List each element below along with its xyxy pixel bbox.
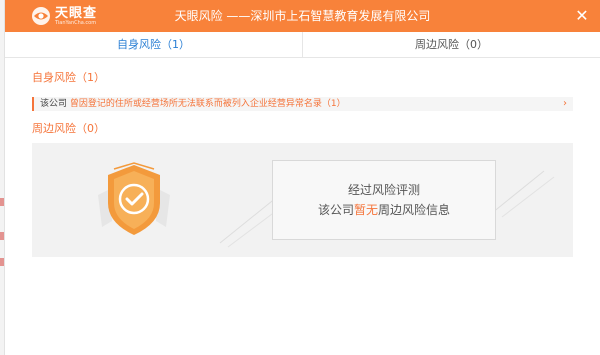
tab-self-risk[interactable]: 自身风险（1） <box>5 32 303 57</box>
logo-name: 天眼查 <box>55 5 98 21</box>
risk-item-prefix: 该公司 <box>40 99 68 109</box>
empty-state-panel: 经过风险评测 该公司暂无周边风险信息 <box>32 143 573 257</box>
logo-subtext: TianYanCha.com <box>55 19 97 26</box>
risk-list-item[interactable]: 该公司 曾因登记的住所或经营场所无法联系而被列入企业经营异常名录（1） › <box>32 97 573 111</box>
risk-tabs: 自身风险（1） 周边风险（0） <box>5 32 600 58</box>
dialog-content: 自身风险（1） 该公司 曾因登记的住所或经营场所无法联系而被列入企业经营异常名录… <box>5 69 600 257</box>
empty-line2-prefix: 该公司 <box>317 203 354 217</box>
tianyancha-logo: 天眼查 TianYanCha.com <box>31 6 97 26</box>
eye-logo-icon <box>32 7 50 25</box>
chevron-right-icon[interactable]: › <box>563 97 567 111</box>
tab-surrounding-risk[interactable]: 周边风险（0） <box>303 32 600 57</box>
self-risk-title: 自身风险（1） <box>32 71 105 84</box>
close-icon[interactable]: ✕ <box>574 8 590 24</box>
empty-line2-suffix: 周边风险信息 <box>378 203 451 217</box>
empty-state-line2: 该公司暂无周边风险信息 <box>273 200 495 220</box>
shield-check-icon <box>98 162 170 235</box>
dialog-header: 天眼风险 ——深圳市上石智慧教育发展有限公司 天眼查 TianYanCha.co… <box>5 0 600 32</box>
empty-state-line1: 经过风险评测 <box>347 183 420 197</box>
empty-line2-highlight: 暂无 <box>353 203 378 217</box>
risk-dialog: 天眼风险 ——深圳市上石智慧教育发展有限公司 天眼查 TianYanCha.co… <box>4 0 600 355</box>
empty-state-message: 经过风险评测 该公司暂无周边风险信息 <box>272 160 496 240</box>
surrounding-risk-title: 周边风险（0） <box>32 122 105 135</box>
risk-item-text: 曾因登记的住所或经营场所无法联系而被列入企业经营异常名录（1） <box>69 99 346 109</box>
